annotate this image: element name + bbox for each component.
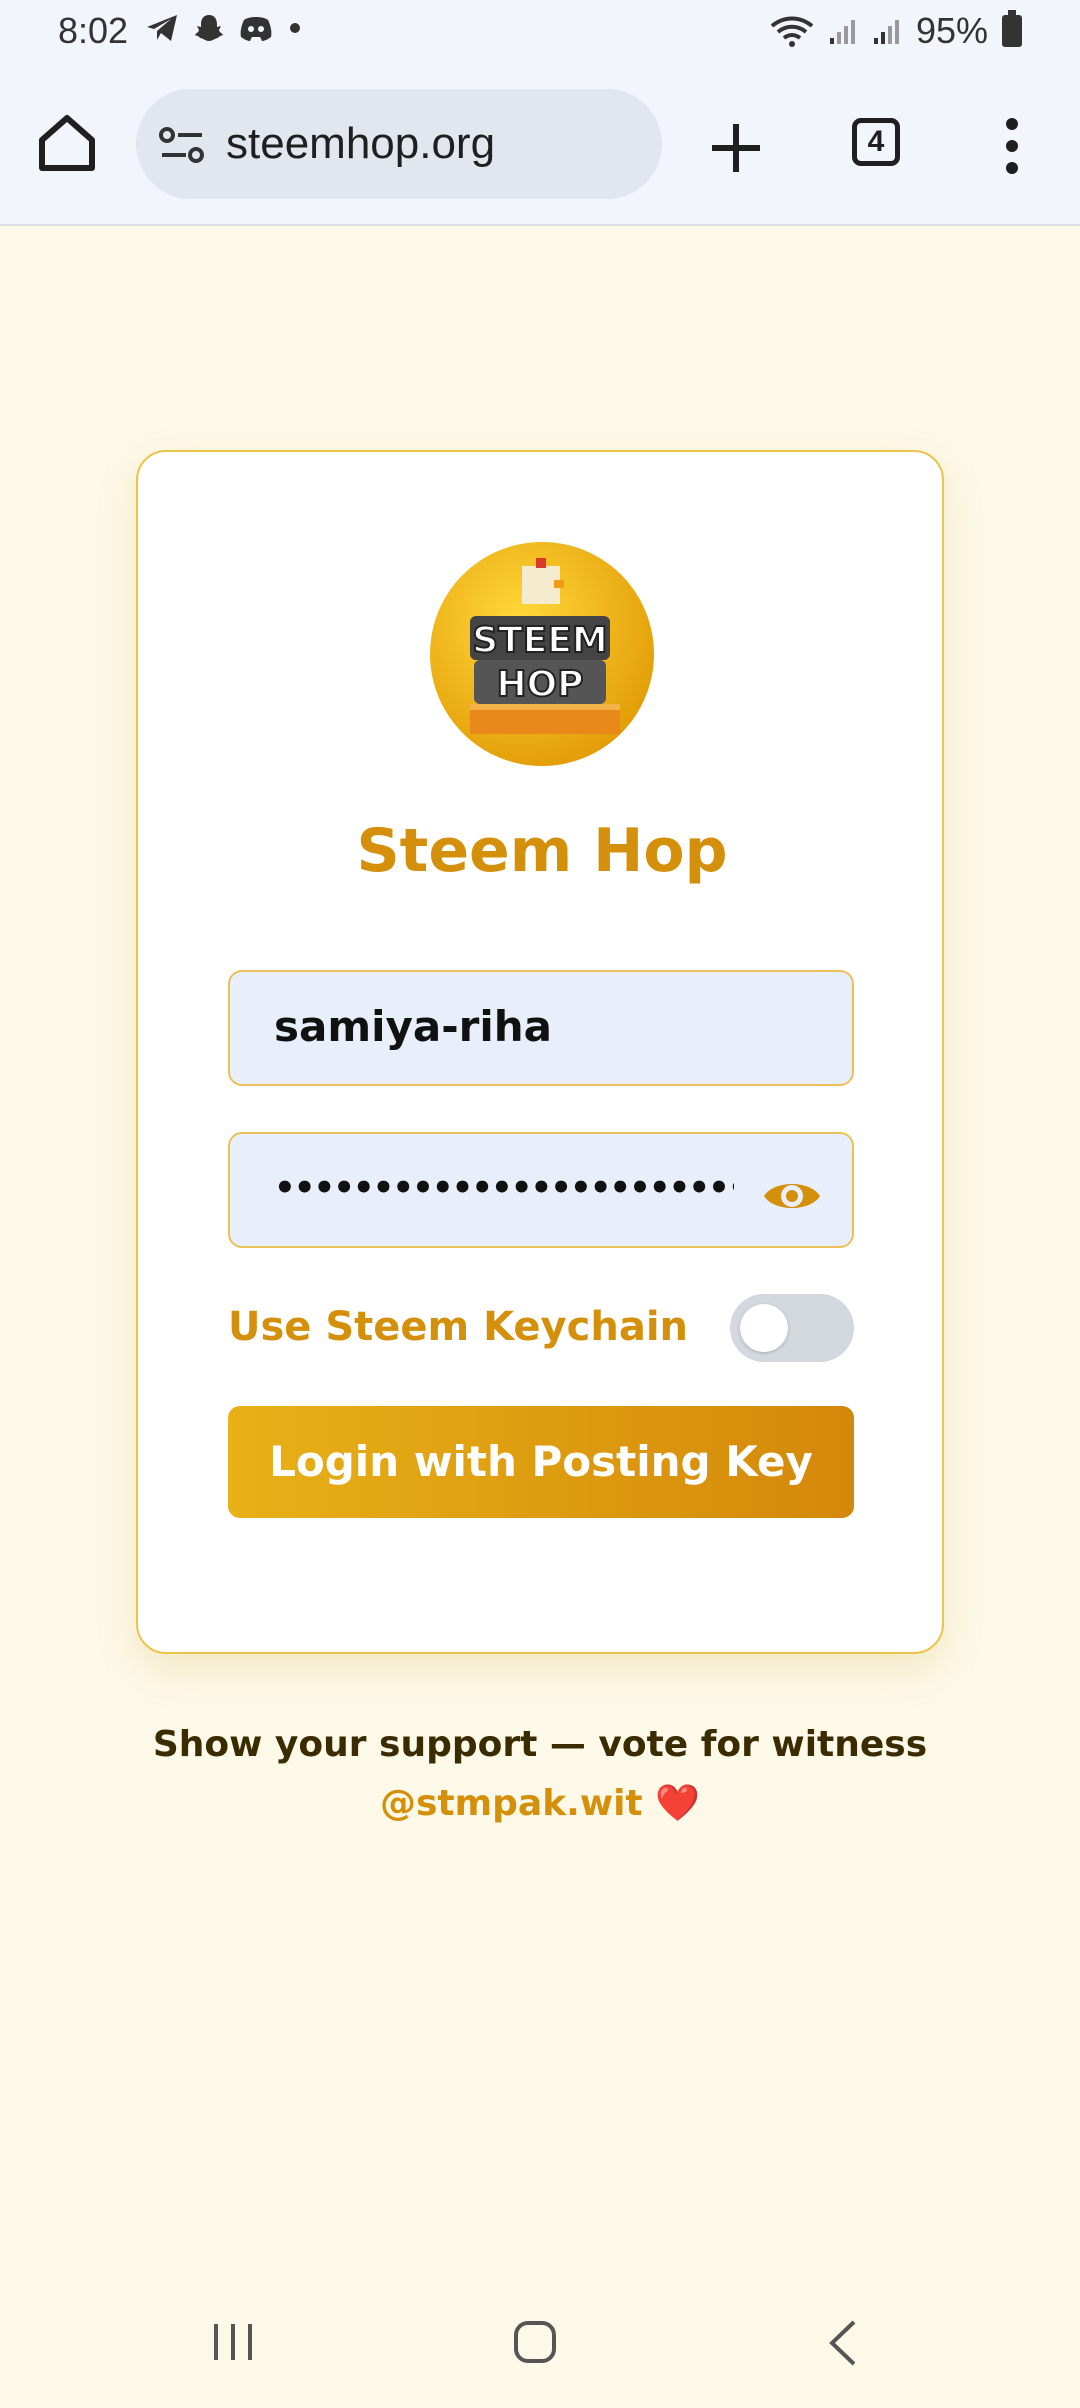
url-text[interactable]: steemhop.org xyxy=(226,119,495,169)
support-text: Show your support — vote for witness xyxy=(152,1724,928,1765)
system-nav-bar xyxy=(0,2290,1080,2408)
home-icon[interactable] xyxy=(34,110,100,176)
keychain-label: Use Steem Keychain xyxy=(228,1304,688,1350)
steem-hop-logo: STEEM HOP xyxy=(430,542,654,766)
wifi-icon xyxy=(770,16,814,47)
back-icon[interactable] xyxy=(824,2318,860,2368)
logo-text-steem: STEEM xyxy=(472,620,608,661)
dot-icon xyxy=(290,23,300,33)
recent-apps-icon[interactable] xyxy=(210,2320,256,2364)
signal-icon-2 xyxy=(873,20,899,44)
signal-icon-1 xyxy=(829,20,855,44)
username-field[interactable]: samiya-riha xyxy=(228,970,854,1086)
notification-icons xyxy=(145,12,303,44)
telegram-icon xyxy=(147,15,177,41)
posting-key-value[interactable]: •••••••••••••••••••••••••••••••• xyxy=(274,1168,734,1208)
witness-link[interactable]: @stmpak.wit xyxy=(380,1783,643,1824)
tab-switcher-button[interactable]: 4 xyxy=(852,118,900,166)
snapchat-icon xyxy=(195,15,223,41)
toggle-knob xyxy=(740,1304,788,1352)
address-bar[interactable]: steemhop.org xyxy=(136,89,662,199)
posting-key-field[interactable]: •••••••••••••••••••••••••••••••• xyxy=(228,1132,854,1248)
status-right: 95% xyxy=(770,10,1022,52)
more-menu-icon[interactable] xyxy=(1000,116,1024,176)
login-card: STEEM HOP Steem Hop samiya-riha ••••••••… xyxy=(136,450,944,1654)
username-value[interactable]: samiya-riha xyxy=(274,1002,552,1051)
status-bar: 8:02 95% xyxy=(0,0,1080,64)
page-title: Steem Hop xyxy=(356,816,728,886)
site-settings-icon[interactable] xyxy=(158,125,206,165)
support-line: @stmpak.wit ❤️ xyxy=(0,1782,1080,1824)
show-password-icon[interactable] xyxy=(762,1176,822,1216)
battery-percent: 95% xyxy=(915,10,988,51)
discord-icon xyxy=(240,17,272,41)
browser-toolbar: steemhop.org 4 xyxy=(0,64,1080,226)
new-tab-icon[interactable] xyxy=(706,118,766,178)
heart-icon: ❤️ xyxy=(655,1783,700,1824)
nav-home-icon[interactable] xyxy=(512,2318,558,2366)
battery-icon xyxy=(1002,10,1022,47)
login-button[interactable]: Login with Posting Key xyxy=(228,1406,854,1518)
logo-text-hop: HOP xyxy=(496,664,583,705)
status-time: 8:02 xyxy=(58,10,129,51)
keychain-toggle[interactable] xyxy=(730,1294,854,1362)
